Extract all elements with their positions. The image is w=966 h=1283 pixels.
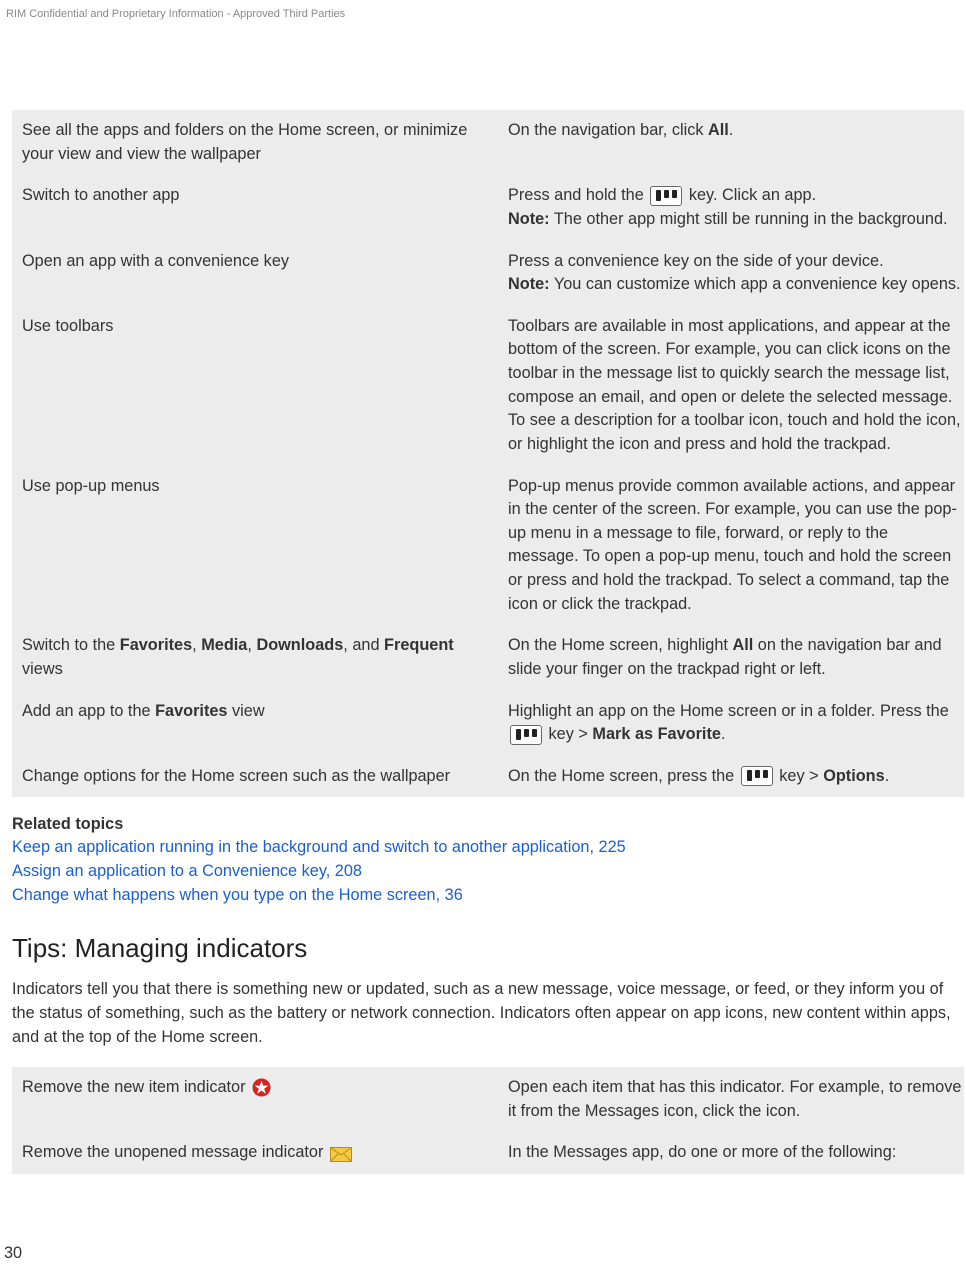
- table-row: Remove the unopened message indicator In…: [12, 1132, 964, 1174]
- menu-key-icon: [741, 766, 773, 786]
- text: Highlight an app on the Home screen or i…: [508, 702, 949, 720]
- table-row: Switch to another app Press and hold the…: [12, 175, 964, 240]
- action-cell: Highlight an app on the Home screen or i…: [502, 691, 964, 756]
- section-intro: Indicators tell you that there is someth…: [12, 978, 962, 1049]
- related-link[interactable]: Keep an application running in the backg…: [12, 836, 962, 860]
- menu-key-icon: [650, 186, 682, 206]
- text: key >: [544, 725, 592, 743]
- bold-text: Options: [823, 767, 885, 785]
- note-text: The other app might still be running in …: [554, 210, 948, 228]
- bold-text: Mark as Favorite: [592, 725, 721, 743]
- new-item-indicator-icon: [252, 1078, 271, 1097]
- table-row: See all the apps and folders on the Home…: [12, 110, 964, 175]
- note-label: Note:: [508, 210, 550, 228]
- text: .: [885, 767, 890, 785]
- tips-table-2: Remove the new item indicator Open each …: [12, 1067, 964, 1174]
- action-cell: Pop-up menus provide common available ac…: [502, 466, 964, 626]
- text: Press and hold the: [508, 186, 648, 204]
- task-cell: Switch to the Favorites, Media, Download…: [12, 625, 502, 690]
- text: key. Click an app.: [684, 186, 816, 204]
- action-cell: On the Home screen, press the key > Opti…: [502, 756, 964, 798]
- related-link[interactable]: Assign an application to a Convenience k…: [12, 860, 962, 884]
- bold-text: Media: [201, 636, 247, 654]
- task-cell: Add an app to the Favorites view: [12, 691, 502, 756]
- text: .: [721, 725, 726, 743]
- note-text: You can customize which app a convenienc…: [554, 275, 961, 293]
- text: Remove the new item indicator: [22, 1078, 250, 1096]
- bold-text: All: [708, 121, 729, 139]
- action-cell: On the navigation bar, click All.: [502, 110, 964, 175]
- task-cell: Change options for the Home screen such …: [12, 756, 502, 798]
- related-link[interactable]: Change what happens when you type on the…: [12, 884, 962, 908]
- action-cell: In the Messages app, do one or more of t…: [502, 1132, 964, 1174]
- text: Add an app to the: [22, 702, 155, 720]
- related-topics-heading: Related topics: [12, 815, 962, 834]
- text: Press a convenience key on the side of y…: [508, 252, 884, 270]
- text: .: [729, 121, 734, 139]
- text: On the navigation bar, click: [508, 121, 708, 139]
- bold-text: Downloads: [256, 636, 343, 654]
- confidential-header: RIM Confidential and Proprietary Informa…: [0, 8, 966, 20]
- table-row: Remove the new item indicator Open each …: [12, 1067, 964, 1132]
- note-label: Note:: [508, 275, 550, 293]
- text: On the Home screen, highlight: [508, 636, 732, 654]
- table-row: Change options for the Home screen such …: [12, 756, 964, 798]
- tips-table-1: See all the apps and folders on the Home…: [12, 110, 964, 797]
- table-row: Switch to the Favorites, Media, Download…: [12, 625, 964, 690]
- page-number: 30: [0, 1244, 966, 1263]
- table-row: Use pop-up menus Pop-up menus provide co…: [12, 466, 964, 626]
- action-cell: Toolbars are available in most applicati…: [502, 306, 964, 466]
- bold-text: Favorites: [155, 702, 227, 720]
- task-cell: Use pop-up menus: [12, 466, 502, 626]
- text: On the Home screen, press the: [508, 767, 739, 785]
- unopened-message-indicator-icon: [330, 1146, 352, 1161]
- bold-text: All: [732, 636, 753, 654]
- bold-text: Favorites: [120, 636, 192, 654]
- page-content: See all the apps and folders on the Home…: [0, 110, 966, 1174]
- menu-key-icon: [510, 725, 542, 745]
- task-cell: Open an app with a convenience key: [12, 241, 502, 306]
- task-cell: Remove the new item indicator: [12, 1067, 502, 1132]
- table-row: Open an app with a convenience key Press…: [12, 241, 964, 306]
- task-cell: Remove the unopened message indicator: [12, 1132, 502, 1174]
- text: key >: [775, 767, 823, 785]
- bold-text: Frequent: [384, 636, 454, 654]
- text: Remove the unopened message indicator: [22, 1143, 328, 1161]
- task-cell: See all the apps and folders on the Home…: [12, 110, 502, 175]
- action-cell: Open each item that has this indicator. …: [502, 1067, 964, 1132]
- text: view: [227, 702, 264, 720]
- text: Switch to the: [22, 636, 120, 654]
- table-row: Use toolbars Toolbars are available in m…: [12, 306, 964, 466]
- task-cell: Use toolbars: [12, 306, 502, 466]
- action-cell: Press a convenience key on the side of y…: [502, 241, 964, 306]
- action-cell: On the Home screen, highlight All on the…: [502, 625, 964, 690]
- text: ,: [192, 636, 201, 654]
- table-row: Add an app to the Favorites view Highlig…: [12, 691, 964, 756]
- task-cell: Switch to another app: [12, 175, 502, 240]
- text: , and: [343, 636, 384, 654]
- action-cell: Press and hold the key. Click an app. No…: [502, 175, 964, 240]
- text: views: [22, 660, 63, 678]
- section-title: Tips: Managing indicators: [12, 933, 962, 964]
